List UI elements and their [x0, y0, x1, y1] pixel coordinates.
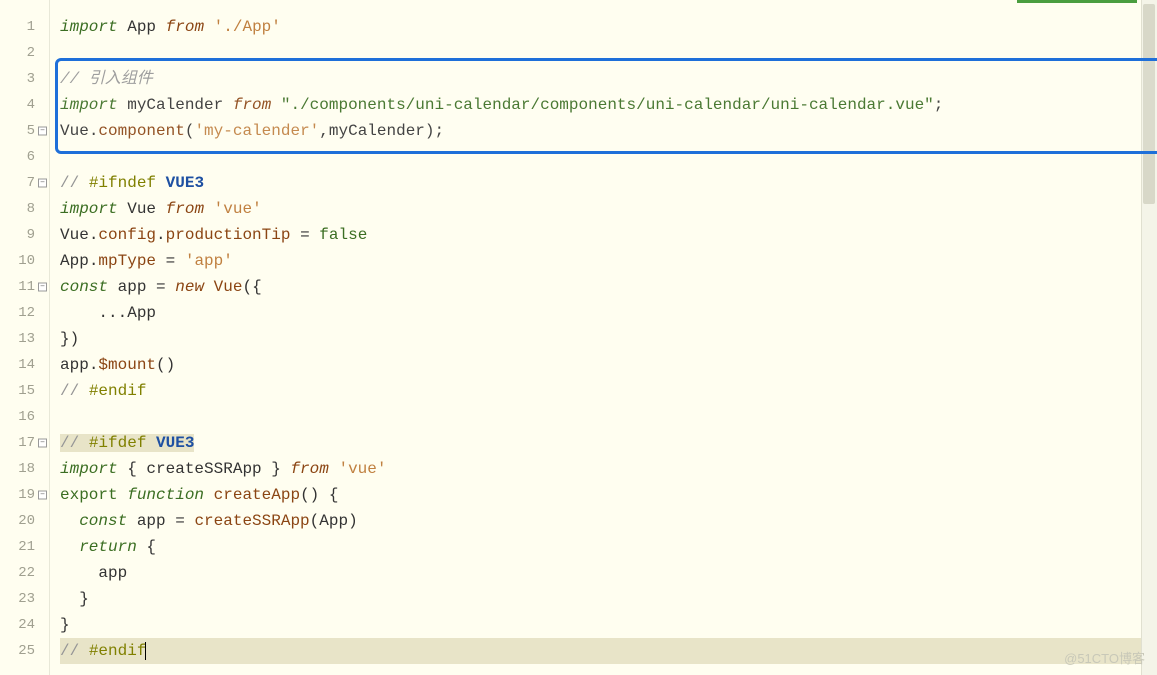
code-line[interactable]: // #ifdef VUE3	[60, 430, 1157, 456]
line-number: 24	[0, 612, 49, 638]
line-number: 19−	[0, 482, 49, 508]
line-number: 8	[0, 196, 49, 222]
code-line[interactable]	[60, 40, 1157, 66]
line-number: 1	[0, 14, 49, 40]
code-line[interactable]: // #endif	[60, 378, 1157, 404]
code-line[interactable]	[60, 144, 1157, 170]
line-number: 10	[0, 248, 49, 274]
line-number: 14	[0, 352, 49, 378]
code-line[interactable]: app.$mount()	[60, 352, 1157, 378]
line-number: 18	[0, 456, 49, 482]
scrollbar-thumb[interactable]	[1143, 4, 1155, 204]
code-line[interactable]: Vue.component('my-calender',myCalender);	[60, 118, 1157, 144]
line-number: 17−	[0, 430, 49, 456]
scrollbar-vertical[interactable]	[1141, 0, 1157, 675]
line-number: 25	[0, 638, 49, 664]
code-line[interactable]: const app = createSSRApp(App)	[60, 508, 1157, 534]
line-number: 3	[0, 66, 49, 92]
watermark: @51CTO博客	[1064, 648, 1145, 667]
line-number: 6	[0, 144, 49, 170]
code-line[interactable]: // 引入组件	[60, 66, 1157, 92]
code-line[interactable]: app	[60, 560, 1157, 586]
line-number: 2	[0, 40, 49, 66]
line-number: 7−	[0, 170, 49, 196]
line-number: 23	[0, 586, 49, 612]
line-number: 11−	[0, 274, 49, 300]
line-number: 21	[0, 534, 49, 560]
line-number: 4	[0, 92, 49, 118]
line-number: 20	[0, 508, 49, 534]
code-line[interactable]: ...App	[60, 300, 1157, 326]
line-number: 9	[0, 222, 49, 248]
code-line[interactable]: Vue.config.productionTip = false	[60, 222, 1157, 248]
line-number: 12	[0, 300, 49, 326]
line-number: 16	[0, 404, 49, 430]
code-line[interactable]: import Vue from 'vue'	[60, 196, 1157, 222]
text-cursor	[145, 642, 146, 660]
code-line[interactable]	[60, 404, 1157, 430]
fold-toggle-icon[interactable]: −	[38, 439, 47, 448]
code-line-current[interactable]: // #endif	[60, 638, 1157, 664]
line-number-gutter: 1 2 3 4 5− 6 7− 8 9 10 11− 12 13 14 15 1…	[0, 0, 50, 675]
code-line[interactable]: }	[60, 612, 1157, 638]
code-line[interactable]: export function createApp() {	[60, 482, 1157, 508]
code-line[interactable]: // #ifndef VUE3	[60, 170, 1157, 196]
code-line[interactable]: return {	[60, 534, 1157, 560]
fold-toggle-icon[interactable]: −	[38, 179, 47, 188]
code-line[interactable]: import App from './App'	[60, 14, 1157, 40]
code-line[interactable]: }	[60, 586, 1157, 612]
line-number: 13	[0, 326, 49, 352]
code-editor: 1 2 3 4 5− 6 7− 8 9 10 11− 12 13 14 15 1…	[0, 0, 1157, 675]
code-line[interactable]: App.mpType = 'app'	[60, 248, 1157, 274]
code-content[interactable]: import App from './App' // 引入组件 import m…	[50, 0, 1157, 675]
fold-toggle-icon[interactable]: −	[38, 127, 47, 136]
code-line[interactable]: import { createSSRApp } from 'vue'	[60, 456, 1157, 482]
fold-toggle-icon[interactable]: −	[38, 491, 47, 500]
line-number: 15	[0, 378, 49, 404]
line-number: 22	[0, 560, 49, 586]
code-line[interactable]: })	[60, 326, 1157, 352]
fold-toggle-icon[interactable]: −	[38, 283, 47, 292]
code-line[interactable]: import myCalender from "./components/uni…	[60, 92, 1157, 118]
code-line[interactable]: const app = new Vue({	[60, 274, 1157, 300]
line-number: 5−	[0, 118, 49, 144]
